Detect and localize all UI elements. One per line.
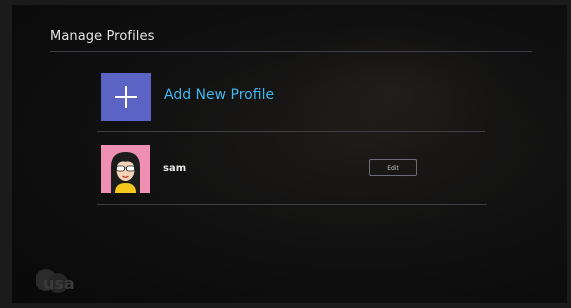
title-divider — [50, 51, 532, 52]
usa-logo-icon: usa — [35, 267, 92, 297]
tv-screen: Manage Profiles Add New Profile sam Edit… — [12, 5, 567, 303]
profile-row-sam[interactable]: sam Edit — [98, 145, 484, 207]
add-new-profile-row[interactable]: Add New Profile — [98, 73, 484, 135]
edit-profile-button[interactable]: Edit — [369, 159, 417, 176]
row-divider — [97, 131, 485, 132]
add-new-profile-label[interactable]: Add New Profile — [164, 87, 274, 103]
profile-name: sam — [163, 163, 187, 174]
avatar-icon[interactable] — [101, 145, 150, 193]
row-divider — [97, 204, 487, 205]
tv-frame: Manage Profiles Add New Profile sam Edit… — [0, 0, 571, 308]
svg-text:usa: usa — [43, 274, 75, 293]
page-title: Manage Profiles — [50, 29, 155, 44]
add-profile-tile[interactable] — [101, 73, 151, 121]
